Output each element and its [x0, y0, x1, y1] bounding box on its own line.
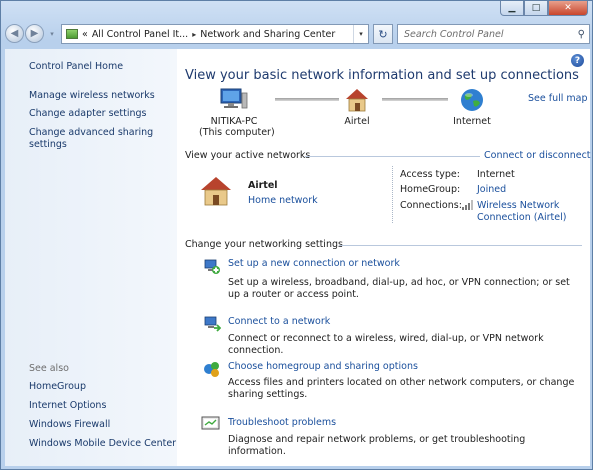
map-node-internet[interactable]: Internet	[447, 87, 497, 127]
search-box[interactable]: Search Control Panel ⚲	[397, 24, 590, 44]
active-networks-heading: View your active networks	[185, 150, 311, 161]
sidebar-change-advanced-sharing-settings[interactable]: Change advanced sharing settings	[29, 127, 159, 151]
refresh-button[interactable]: ↻	[373, 24, 393, 44]
computer-icon	[220, 88, 248, 109]
search-input[interactable]: Search Control Panel	[404, 29, 504, 40]
maximize-button[interactable]: □	[524, 1, 548, 16]
wireless-connection-link-line2[interactable]: Connection (Airtel)	[477, 212, 566, 223]
connect-or-disconnect-link[interactable]: Connect or disconnect	[484, 150, 591, 161]
access-type-value: Internet	[477, 169, 515, 180]
back-arrow-icon: ◀	[10, 28, 19, 39]
search-icon[interactable]: ⚲	[578, 29, 585, 40]
section-divider	[305, 156, 480, 157]
close-button[interactable]: ✕	[548, 1, 588, 16]
internet-label: Internet	[453, 116, 491, 127]
sidebar-windows-mobile-device-center[interactable]: Windows Mobile Device Center	[29, 438, 176, 450]
homegroup-joined-link[interactable]: Joined	[477, 184, 506, 195]
sidebar-manage-wireless-networks[interactable]: Manage wireless networks	[29, 90, 155, 102]
setup-new-connection-desc: Set up a wireless, broadband, dial-up, a…	[228, 277, 570, 300]
help-icon[interactable]: ?	[571, 54, 584, 67]
window-controls: ▁ □ ✕	[500, 1, 588, 16]
homegroup-label: HomeGroup:	[400, 184, 461, 195]
network-name-label: Airtel	[344, 116, 370, 127]
connect-network-icon	[204, 316, 221, 332]
forward-arrow-icon: ▶	[30, 28, 39, 39]
breadcrumb-separator[interactable]: ▸	[192, 30, 196, 39]
home-network-link[interactable]: Home network	[248, 195, 318, 206]
control-panel-icon	[66, 29, 78, 39]
recent-pages-button[interactable]: ▾	[46, 24, 58, 43]
access-type-label: Access type:	[400, 169, 460, 180]
troubleshoot-problems-link[interactable]: Troubleshoot problems	[228, 417, 336, 428]
see-also-heading: See also	[29, 363, 69, 374]
wireless-connection-link-line1[interactable]: Wireless Network	[477, 200, 559, 211]
window: ▁ □ ✕ ◀ ▶ ▾ « All Control Panel It... ▸ …	[0, 0, 593, 470]
sidebar-change-adapter-settings[interactable]: Change adapter settings	[29, 108, 146, 120]
main-content: ? View your basic network information an…	[177, 49, 591, 466]
sidebar-homegroup[interactable]: HomeGroup	[29, 381, 86, 393]
address-dropdown-button[interactable]: ▾	[353, 25, 368, 43]
troubleshoot-problems-desc: Diagnose and repair network problems, or…	[228, 434, 526, 457]
page-title: View your basic network information and …	[185, 68, 579, 83]
navigation-bar: ◀ ▶ ▾ « All Control Panel It... ▸ Networ…	[5, 23, 590, 47]
sidebar-control-panel-home[interactable]: Control Panel Home	[29, 61, 123, 73]
active-network-name: Airtel	[248, 180, 278, 191]
setup-new-connection-link[interactable]: Set up a new connection or network	[228, 258, 400, 269]
sidebar-windows-firewall[interactable]: Windows Firewall	[29, 419, 110, 431]
connect-to-network-link[interactable]: Connect to a network	[228, 316, 330, 327]
address-bar[interactable]: « All Control Panel It... ▸ Network and …	[61, 24, 369, 44]
sidebar-internet-options[interactable]: Internet Options	[29, 400, 106, 412]
forward-button[interactable]: ▶	[25, 24, 44, 43]
see-full-map-link[interactable]: See full map	[528, 93, 588, 104]
house-icon	[346, 89, 368, 112]
map-connector-line	[275, 98, 339, 101]
section-divider	[339, 245, 582, 246]
map-connector-line	[382, 98, 448, 101]
computer-name-label: NITIKA-PC	[210, 116, 258, 127]
address-overflow-chevron[interactable]: «	[82, 29, 88, 40]
new-connection-icon	[204, 259, 220, 274]
back-button[interactable]: ◀	[5, 24, 24, 43]
troubleshoot-icon	[201, 416, 220, 430]
breadcrumb-all-control-panel[interactable]: All Control Panel It...	[92, 29, 188, 40]
homegroup-sharing-options-desc: Access files and printers located on oth…	[228, 377, 575, 400]
signal-strength-icon	[462, 200, 473, 210]
home-network-icon	[201, 177, 231, 206]
minimize-button[interactable]: ▁	[500, 1, 524, 16]
connections-label: Connections:	[400, 200, 462, 211]
homegroup-sharing-options-link[interactable]: Choose homegroup and sharing options	[228, 361, 418, 372]
globe-icon	[461, 89, 483, 111]
refresh-icon: ↻	[378, 27, 388, 41]
breadcrumb-network-sharing-center[interactable]: Network and Sharing Center	[200, 29, 335, 40]
vertical-divider	[392, 166, 394, 223]
map-node-computer[interactable]: NITIKA-PC (This computer)	[199, 87, 275, 138]
settings-heading: Change your networking settings	[185, 239, 343, 250]
sidebar: Control Panel Home Manage wireless netwo…	[5, 49, 177, 466]
homegroup-icon	[204, 362, 219, 377]
connect-to-network-desc: Connect or reconnect to a wireless, wire…	[228, 333, 544, 356]
computer-sub-label: (This computer)	[199, 127, 275, 138]
map-node-network[interactable]: Airtel	[337, 87, 377, 127]
